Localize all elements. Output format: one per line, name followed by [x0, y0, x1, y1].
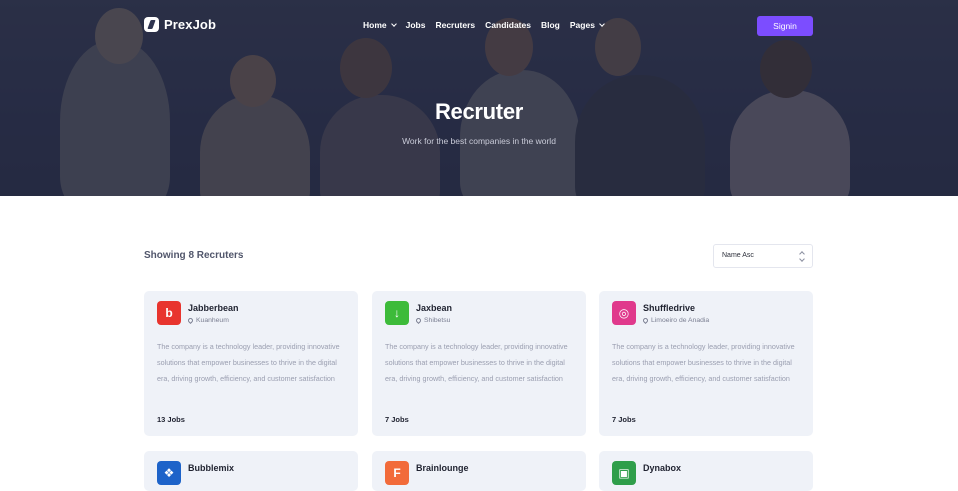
company-jobs-count: 13 Jobs	[157, 415, 185, 424]
sort-arrows-icon	[800, 251, 805, 262]
map-pin-icon	[641, 316, 650, 325]
company-name[interactable]: Jaxbean	[416, 303, 452, 313]
company-name[interactable]: Brainlounge	[416, 463, 469, 473]
nav-item-recruters[interactable]: Recruters	[435, 20, 475, 30]
company-name[interactable]: Shuffledrive	[643, 303, 695, 313]
company-card[interactable]: ◎ Shuffledrive Limoeiro de Anadia The co…	[599, 291, 813, 436]
nav-item-candidates[interactable]: Candidates	[485, 20, 531, 30]
location-text: Limoeiro de Anadia	[651, 317, 710, 324]
dynabox-logo-icon: ▣	[612, 461, 636, 485]
main-menu: Home Jobs Recruters Candidates Blog Page…	[363, 20, 614, 30]
page-title: Recruter	[434, 99, 524, 124]
company-location: Kuanheum	[186, 316, 229, 325]
results-count: Showing 8 Recruters	[144, 250, 244, 261]
nav-item-label: Candidates	[485, 20, 531, 30]
company-name[interactable]: Dynabox	[643, 463, 681, 473]
nav-item-label: Home	[363, 20, 387, 30]
location-text: Kuanheum	[196, 317, 229, 324]
chevron-down-icon	[390, 21, 397, 27]
shuffledrive-logo-icon: ◎	[612, 301, 636, 325]
page-subtitle: Work for the best companies in the world	[402, 136, 556, 146]
company-card[interactable]: F Brainlounge	[372, 451, 586, 491]
jaxbean-logo-icon: ↓	[385, 301, 409, 325]
company-description: The company is a technology leader, prov…	[385, 342, 568, 383]
nav-item-label: Pages	[569, 20, 595, 30]
map-pin-icon	[186, 316, 195, 325]
listing-header: Showing 8 Recruters Name Asc	[144, 244, 813, 268]
top-navbar: PrexJob Home Jobs Recruters Candidates B…	[0, 0, 958, 52]
brand-logo[interactable]: PrexJob	[144, 17, 216, 32]
nav-item-jobs[interactable]: Jobs	[406, 20, 426, 30]
company-name[interactable]: Bubblemix	[188, 463, 234, 473]
bubblemix-logo-icon: ❖	[157, 461, 181, 485]
brand-logo-icon	[144, 17, 159, 32]
company-description: The company is a technology leader, prov…	[612, 342, 795, 383]
nav-item-blog[interactable]: Blog	[541, 20, 560, 30]
signin-button[interactable]: Signin	[757, 16, 813, 36]
company-location: Limoeiro de Anadia	[641, 316, 710, 325]
jabberbean-logo-icon: b	[157, 301, 181, 325]
sort-select[interactable]: Name Asc	[713, 244, 813, 268]
nav-item-label: Recruters	[435, 20, 476, 30]
sort-select-value: Name Asc	[722, 252, 754, 259]
company-name[interactable]: Jabberbean	[188, 303, 239, 313]
chevron-down-icon	[599, 21, 605, 27]
company-jobs-count: 7 Jobs	[385, 415, 409, 424]
brand-name: PrexJob	[164, 17, 217, 32]
nav-item-label: Blog	[540, 20, 560, 30]
company-jobs-count: 7 Jobs	[612, 415, 636, 424]
company-description: The company is a technology leader, prov…	[157, 342, 340, 383]
brainlounge-logo-icon: F	[385, 461, 409, 485]
company-card[interactable]: b Jabberbean Kuanheum The company is a t…	[144, 291, 358, 436]
company-card[interactable]: ❖ Bubblemix	[144, 451, 358, 491]
company-location: Shibetsu	[414, 316, 451, 325]
company-card[interactable]: ↓ Jaxbean Shibetsu The company is a tech…	[372, 291, 586, 436]
map-pin-icon	[414, 316, 423, 325]
nav-item-home[interactable]: Home	[363, 20, 397, 30]
company-card[interactable]: ▣ Dynabox	[599, 451, 813, 491]
location-text: Shibetsu	[424, 317, 451, 324]
nav-item-pages[interactable]: Pages	[569, 20, 605, 30]
nav-item-label: Jobs	[405, 20, 426, 30]
hero-banner: PrexJob Home Jobs Recruters Candidates B…	[0, 0, 958, 196]
